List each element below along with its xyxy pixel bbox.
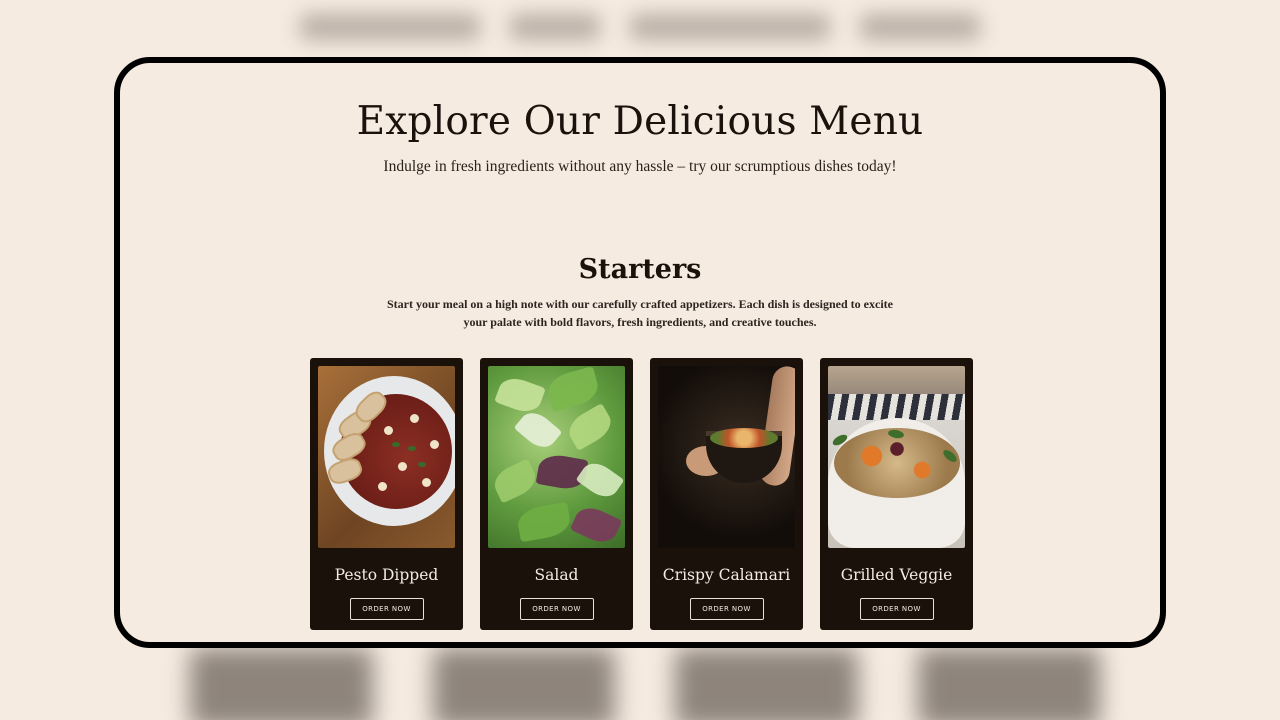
blurred-header-background [300, 14, 990, 56]
pesto-dipped-photo [318, 366, 455, 548]
card-title: Crispy Calamari [662, 566, 791, 584]
section-title: Starters [578, 254, 702, 285]
page-title: Explore Our Delicious Menu [356, 99, 924, 144]
salad-photo [488, 366, 625, 548]
menu-card-crispy-calamari[interactable]: Crispy Calamari ORDER NOW [650, 358, 803, 630]
menu-frame: Explore Our Delicious Menu Indulge in fr… [114, 57, 1166, 648]
starters-section: Starters Start your meal on a high note … [120, 254, 1160, 331]
crispy-calamari-photo [658, 366, 795, 548]
order-now-button[interactable]: ORDER NOW [859, 598, 934, 620]
menu-cards: Pesto Dipped ORDER NOW Salad ORDER NOW C… [310, 358, 973, 630]
section-description: Start your meal on a high note with our … [387, 297, 893, 329]
blurred-footer-background [190, 648, 1100, 720]
menu-card-salad[interactable]: Salad ORDER NOW [480, 358, 633, 630]
order-now-button[interactable]: ORDER NOW [689, 598, 764, 620]
card-title: Salad [534, 566, 579, 584]
card-title: Grilled Veggie [840, 566, 953, 584]
page-subtitle: Indulge in fresh ingredients without any… [383, 158, 897, 175]
grilled-veggie-photo [828, 366, 965, 548]
order-now-button[interactable]: ORDER NOW [349, 598, 424, 620]
hero: Explore Our Delicious Menu Indulge in fr… [120, 63, 1160, 176]
card-title: Pesto Dipped [334, 566, 439, 584]
menu-card-grilled-veggie[interactable]: Grilled Veggie ORDER NOW [820, 358, 973, 630]
order-now-button[interactable]: ORDER NOW [519, 598, 594, 620]
menu-card-pesto-dipped[interactable]: Pesto Dipped ORDER NOW [310, 358, 463, 630]
